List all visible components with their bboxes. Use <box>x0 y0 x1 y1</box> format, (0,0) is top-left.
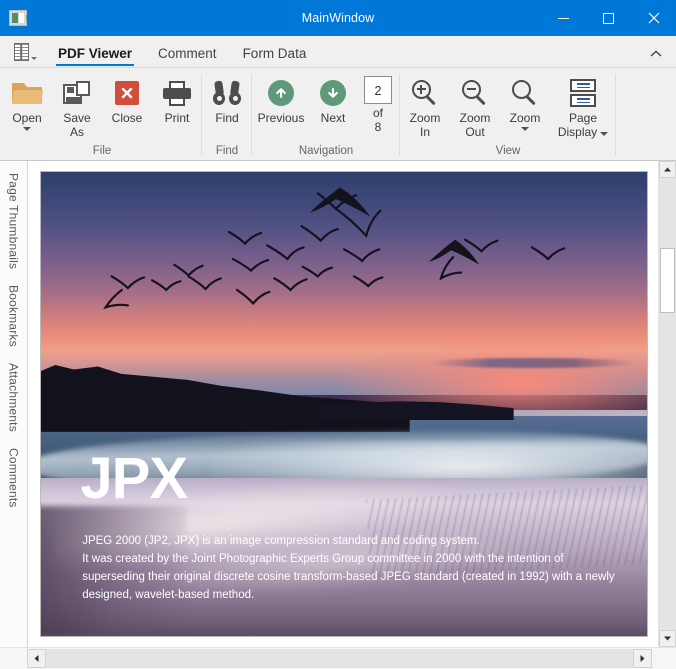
tab-pdf-viewer[interactable]: PDF Viewer <box>45 47 145 68</box>
ribbon: Open Save As <box>0 67 676 161</box>
zoom-button-label: Zoom <box>510 112 541 126</box>
save-as-button[interactable]: Save As <box>52 72 102 139</box>
main-content: Page Thumbnails Bookmarks Attachments Co… <box>0 161 676 647</box>
page-display-icon <box>570 76 596 110</box>
pdf-page-container: JPX JPEG 2000 (JP2, JPX) is an image com… <box>28 161 658 647</box>
sidebar-item-comments[interactable]: Comments <box>7 448 21 508</box>
tab-comment-label: Comment <box>158 46 217 61</box>
page-display-button-label-line2: Display <box>558 125 597 139</box>
next-page-button[interactable]: Next <box>310 72 356 126</box>
find-button-label: Find <box>215 112 238 126</box>
open-button[interactable]: Open <box>2 72 52 131</box>
zoom-out-button-label-line1: Zoom <box>460 111 491 125</box>
printer-icon <box>163 76 191 110</box>
previous-page-button-label: Previous <box>258 112 305 126</box>
tab-form-data[interactable]: Form Data <box>230 47 320 68</box>
zoom-in-button-label-line1: Zoom <box>410 111 441 125</box>
close-document-button[interactable]: Close <box>102 72 152 126</box>
main-window: MainWindow PDF Viewer Comment Form Data <box>0 0 676 669</box>
maximize-button[interactable] <box>586 0 631 36</box>
window-controls <box>541 0 676 36</box>
page-total-label: 8 <box>375 120 382 134</box>
zoom-icon <box>512 76 538 110</box>
arrow-down-circle-icon <box>320 76 346 110</box>
zoom-in-icon <box>412 76 438 110</box>
tab-pdf-viewer-label: PDF Viewer <box>58 46 132 61</box>
ribbon-group-find-label: Find <box>202 142 252 160</box>
next-page-button-label: Next <box>321 112 346 126</box>
scroll-down-button[interactable] <box>659 630 676 647</box>
collapse-ribbon-button[interactable] <box>650 49 662 61</box>
minimize-button[interactable] <box>541 0 586 36</box>
ribbon-group-file: Open Save As <box>0 68 202 160</box>
save-as-icon <box>63 76 91 110</box>
sidebar-item-page-thumbnails[interactable]: Page Thumbnails <box>7 173 21 269</box>
horizontal-scrollbar[interactable] <box>0 647 676 669</box>
arrow-up-circle-icon <box>268 76 294 110</box>
zoom-out-button-label-line2: Out <box>465 125 484 139</box>
ribbon-group-view-label: View <box>400 142 616 160</box>
ribbon-group-navigation: Previous Next 2 of 8 <box>252 68 400 160</box>
sidebar-item-attachments[interactable]: Attachments <box>7 363 21 432</box>
find-button[interactable]: Find <box>202 72 252 126</box>
page-display-dropdown-caret-icon[interactable] <box>600 132 608 136</box>
print-button[interactable]: Print <box>152 72 202 126</box>
document-menu-icon <box>14 43 29 61</box>
vertical-scrollbar[interactable] <box>658 161 676 647</box>
chevron-down-icon <box>31 57 37 60</box>
ribbon-empty-area <box>616 68 676 160</box>
ribbon-tab-bar: PDF Viewer Comment Form Data <box>0 36 676 67</box>
sidebar-tabs: Page Thumbnails Bookmarks Attachments Co… <box>0 161 28 647</box>
app-icon <box>9 10 27 26</box>
zoom-dropdown-caret-icon[interactable] <box>521 127 529 131</box>
tab-form-data-label: Form Data <box>243 46 307 61</box>
page-navigation: 2 of 8 <box>356 72 400 134</box>
zoom-in-button[interactable]: Zoom In <box>400 72 450 139</box>
close-window-button[interactable] <box>631 0 676 36</box>
ribbon-group-find: Find Find <box>202 68 252 160</box>
tab-comment[interactable]: Comment <box>145 47 230 68</box>
vertical-scroll-track[interactable] <box>659 178 676 630</box>
zoom-in-button-label-line2: In <box>420 125 430 139</box>
pdf-viewer-area: JPX JPEG 2000 (JP2, JPX) is an image com… <box>28 161 676 647</box>
previous-page-button[interactable]: Previous <box>252 72 310 126</box>
binoculars-icon <box>213 76 241 110</box>
scroll-right-button[interactable] <box>633 649 652 668</box>
file-menu-button[interactable] <box>5 37 45 67</box>
scroll-left-button[interactable] <box>27 649 46 668</box>
page-display-button[interactable]: Page Display <box>550 72 616 139</box>
zoom-button[interactable]: Zoom <box>500 72 550 131</box>
horizontal-scroll-track[interactable] <box>27 649 652 668</box>
pdf-page[interactable]: JPX JPEG 2000 (JP2, JPX) is an image com… <box>40 171 648 637</box>
title-bar: MainWindow <box>0 0 676 36</box>
vertical-scroll-thumb[interactable] <box>660 248 675 313</box>
page-of-label: of <box>373 106 383 120</box>
scroll-up-button[interactable] <box>659 161 676 178</box>
close-document-button-label: Close <box>112 112 143 126</box>
open-dropdown-caret-icon[interactable] <box>23 127 31 131</box>
page-paragraph-2: It was created by the Joint Photographic… <box>82 550 617 604</box>
zoom-out-icon <box>462 76 488 110</box>
page-title: JPX <box>80 450 187 508</box>
close-x-icon <box>115 76 139 110</box>
ribbon-group-navigation-label: Navigation <box>252 142 400 160</box>
page-number-input[interactable]: 2 <box>364 76 392 104</box>
page-paragraph-1: JPEG 2000 (JP2, JPX) is an image compres… <box>82 532 617 550</box>
ribbon-group-view: Zoom In Zoom Out <box>400 68 616 160</box>
print-button-label: Print <box>165 112 190 126</box>
page-display-button-label-line1: Page <box>569 111 597 125</box>
open-button-label: Open <box>12 112 41 126</box>
save-as-button-label-line1: Save <box>63 111 90 125</box>
sidebar-item-bookmarks[interactable]: Bookmarks <box>7 285 21 347</box>
zoom-out-button[interactable]: Zoom Out <box>450 72 500 139</box>
save-as-button-label-line2: As <box>70 125 84 139</box>
ribbon-group-file-label: File <box>2 142 202 160</box>
folder-open-icon <box>12 76 42 110</box>
page-body-text: JPEG 2000 (JP2, JPX) is an image compres… <box>82 532 617 604</box>
